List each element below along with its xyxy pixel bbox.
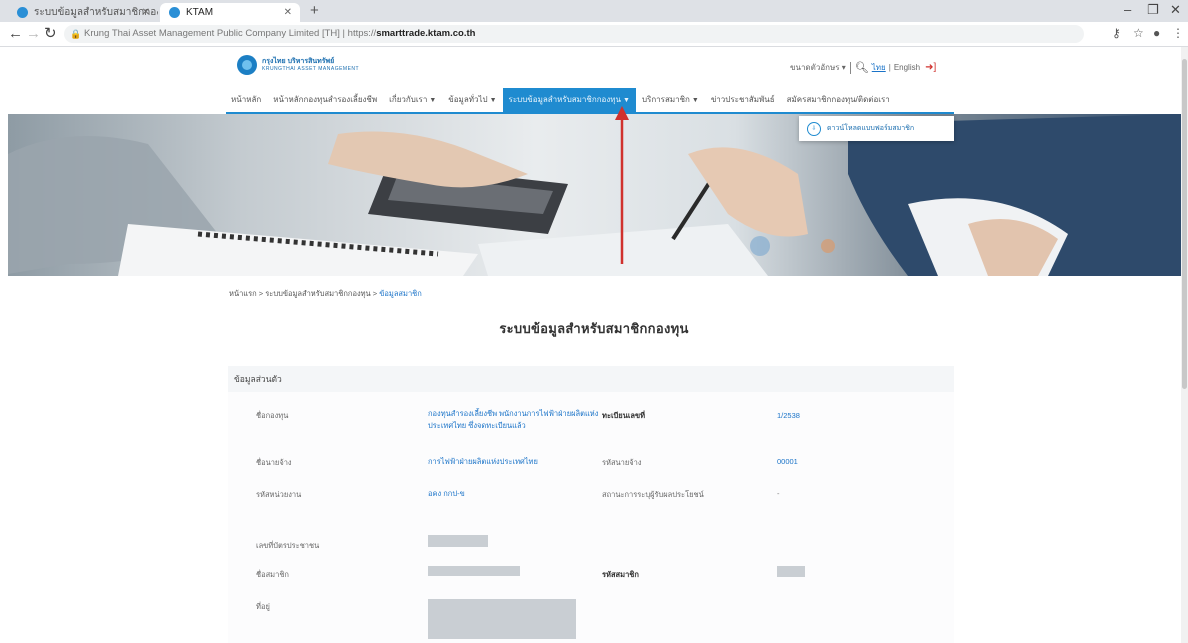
main-menu: หน้าหลัก หน้าหลักกองทุนสำรองเลี้ยงชีพ เก… <box>225 88 896 112</box>
tab-title: ระบบข้อมูลสำหรับสมาชิกกองทุน <box>34 7 158 18</box>
menu-item-member-services[interactable]: บริการสมาชิก ▼ <box>636 88 705 112</box>
browser-menu-icon[interactable]: ⋮ <box>1172 26 1184 40</box>
chevron-down-icon: ▼ <box>429 97 437 104</box>
window-close-icon[interactable]: ✕ <box>1170 2 1181 18</box>
member-name-redacted <box>428 566 520 576</box>
address-bar[interactable]: 🔒 Krung Thai Asset Management Public Com… <box>64 25 1084 43</box>
logo-mark-icon <box>237 55 257 75</box>
chevron-down-icon: ▼ <box>489 97 497 104</box>
beneficiary-status-value: - <box>777 489 780 498</box>
minimize-icon[interactable]: – <box>1124 2 1131 17</box>
favicon-icon <box>17 7 28 18</box>
url-text: Krung Thai Asset Management Public Compa… <box>84 28 476 39</box>
employer-label: ชื่อนายจ้าง <box>256 458 292 467</box>
address-label: ที่อยู่ <box>256 602 270 611</box>
breadcrumb-current: ข้อมูลสมาชิก <box>379 289 422 298</box>
key-icon[interactable]: ⚷ <box>1112 26 1121 40</box>
breadcrumb-section[interactable]: ระบบข้อมูลสำหรับสมาชิกกองทุน <box>265 289 370 298</box>
close-tab-icon[interactable]: ✕ <box>142 3 150 22</box>
menu-item-general-info[interactable]: ข้อมูลทั่วไป ▼ <box>442 88 502 112</box>
breadcrumb-home[interactable]: หน้าแรก <box>229 289 257 298</box>
annotation-red-arrow <box>615 106 629 264</box>
logout-icon[interactable]: ➜] <box>925 62 936 73</box>
profile-icon[interactable]: ● <box>1153 26 1160 40</box>
browser-tab-bar: ระบบข้อมูลสำหรับสมาชิกกองทุน ✕ KTAM ✕ + … <box>0 0 1188 22</box>
registration-number-label: ทะเบียนเลขที่ <box>602 411 646 420</box>
citizen-id-label: เลขที่บัตรประชาชน <box>256 541 320 550</box>
back-icon[interactable]: ← <box>8 25 23 43</box>
new-tab-icon[interactable]: + <box>310 2 319 19</box>
divider <box>849 61 851 74</box>
member-name-label: ชื่อสมาชิก <box>256 570 289 579</box>
menu-item-contact[interactable]: สมัครสมาชิกกองทุน/ติดต่อเรา <box>781 88 896 112</box>
lock-icon: 🔒 <box>70 29 82 39</box>
member-system-dropdown[interactable]: ⇩ ดาวน์โหลดแบบฟอร์มสมาชิก <box>799 116 954 141</box>
hero-illustration <box>8 114 1181 276</box>
site-logo[interactable]: กรุงไทย บริหารสินทรัพย์ KRUNGTHAI ASSET … <box>237 54 359 76</box>
close-tab-icon[interactable]: ✕ <box>284 3 292 22</box>
browser-toolbar: ← → ↻ 🔒 Krung Thai Asset Management Publ… <box>0 22 1188 47</box>
scrollbar-thumb[interactable] <box>1182 59 1187 389</box>
page-title: ระบบข้อมูลสำหรับสมาชิกกองทุน <box>499 321 689 336</box>
hero-banner <box>8 114 1181 276</box>
member-code-redacted <box>777 566 805 577</box>
forward-icon[interactable]: → <box>26 25 41 43</box>
page-scrollbar[interactable] <box>1181 47 1188 643</box>
language-english-link[interactable]: English <box>894 63 920 72</box>
tab-title: KTAM <box>186 7 214 18</box>
employer-value: การไฟฟ้าฝ่ายผลิตแห่งประเทศไทย <box>428 457 538 466</box>
department-code-label: รหัสหน่วยงาน <box>256 490 302 499</box>
browser-tab-member-system[interactable]: ระบบข้อมูลสำหรับสมาชิกกองทุน ✕ <box>8 3 158 22</box>
menu-item-news[interactable]: ข่าวประชาสัมพันธ์ <box>705 88 781 112</box>
bookmark-star-icon[interactable]: ☆ <box>1133 26 1144 40</box>
language-thai-link[interactable]: ไทย <box>872 61 886 74</box>
restore-icon[interactable]: ❐ <box>1147 2 1159 18</box>
employer-code-label: รหัสนายจ้าง <box>602 458 642 467</box>
favicon-icon <box>169 7 180 18</box>
language-separator: | <box>888 63 891 72</box>
dropdown-item-download-form[interactable]: ดาวน์โหลดแบบฟอร์มสมาชิก <box>827 123 914 134</box>
header-utilities: ขนาดตัวอักษร ▾ 🔍︎ ไทย | English ➜] <box>790 61 936 74</box>
menu-item-pvd-home[interactable]: หน้าหลักกองทุนสำรองเลี้ยงชีพ <box>267 88 383 112</box>
breadcrumb: หน้าแรก > ระบบข้อมูลสำหรับสมาชิกกองทุน >… <box>229 289 422 298</box>
search-icon[interactable]: 🔍︎ <box>855 61 869 74</box>
beneficiary-status-label: สถานะการระบุผู้รับผลประโยชน์ <box>602 490 704 499</box>
member-code-label: รหัสสมาชิก <box>602 570 639 579</box>
menu-item-home[interactable]: หน้าหลัก <box>225 88 267 112</box>
fund-name-value: กองทุนสำรองเลี้ยงชีพ พนักงานการไฟฟ้าฝ่าย… <box>428 409 599 430</box>
personal-info-header: ข้อมูลส่วนตัว <box>228 366 954 392</box>
citizen-id-redacted <box>428 535 488 547</box>
logo-name-th: กรุงไทย บริหารสินทรัพย์ <box>262 57 335 65</box>
reload-icon[interactable]: ↻ <box>44 25 57 43</box>
download-icon: ⇩ <box>807 121 821 136</box>
browser-tab-ktam[interactable]: KTAM ✕ <box>160 3 300 22</box>
chevron-down-icon: ▼ <box>691 97 699 104</box>
logo-name-en: KRUNGTHAI ASSET MANAGEMENT <box>262 65 360 72</box>
menu-item-about[interactable]: เกี่ยวกับเรา ▼ <box>383 88 442 112</box>
font-size-selector[interactable]: ขนาดตัวอักษร ▾ <box>790 61 846 74</box>
registration-number-value: 1/2538 <box>777 411 800 420</box>
fund-name-label: ชื่อกองทุน <box>256 411 289 420</box>
chevron-down-icon: ▼ <box>623 97 630 104</box>
employer-code-value: 00001 <box>777 457 798 466</box>
department-code-value: อคง กกป-ข <box>428 489 465 498</box>
address-redacted <box>428 599 576 639</box>
